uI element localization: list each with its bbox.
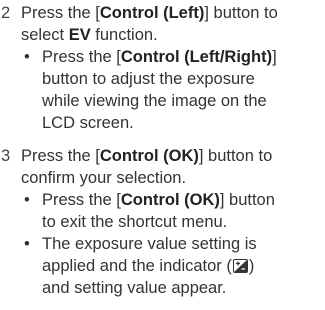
exposure-compensation-icon xyxy=(232,259,248,273)
step-number: 3 xyxy=(1,147,11,165)
control-left-right-label: Control (Left/Right) xyxy=(120,48,273,66)
bullet-dot: • xyxy=(24,191,30,209)
step-line: Press the [Control (OK)] button to xyxy=(21,147,273,165)
step-line: select EV function. xyxy=(21,26,158,44)
step-instruction: Press the [Control (OK)] button to confi… xyxy=(21,145,321,189)
bullet-item: • The exposure value setting is applied … xyxy=(24,235,257,297)
step-2-bullets: • Press the [Control (Left/Right)] butto… xyxy=(21,46,321,134)
bullet-dot: • xyxy=(24,48,30,66)
bullet-item: • Press the [Control (Left/Right)] butto… xyxy=(24,48,277,132)
step-number: 2 xyxy=(1,4,11,22)
control-left-label: Control (Left) xyxy=(99,4,205,22)
control-ok-label: Control (OK) xyxy=(120,191,220,209)
step-line: confirm your selection. xyxy=(21,169,187,187)
control-ok-label: Control (OK) xyxy=(99,147,199,165)
bullet-dot: • xyxy=(24,235,30,253)
bullet-item: • Press the [Control (OK)] button to exi… xyxy=(24,191,275,231)
step-instruction: Press the [Control (Left)] button to sel… xyxy=(21,2,321,46)
step-3-bullets: • Press the [Control (OK)] button to exi… xyxy=(21,189,321,299)
step-line: Press the [Control (Left)] button to xyxy=(21,4,278,22)
ev-label: EV xyxy=(68,26,91,44)
